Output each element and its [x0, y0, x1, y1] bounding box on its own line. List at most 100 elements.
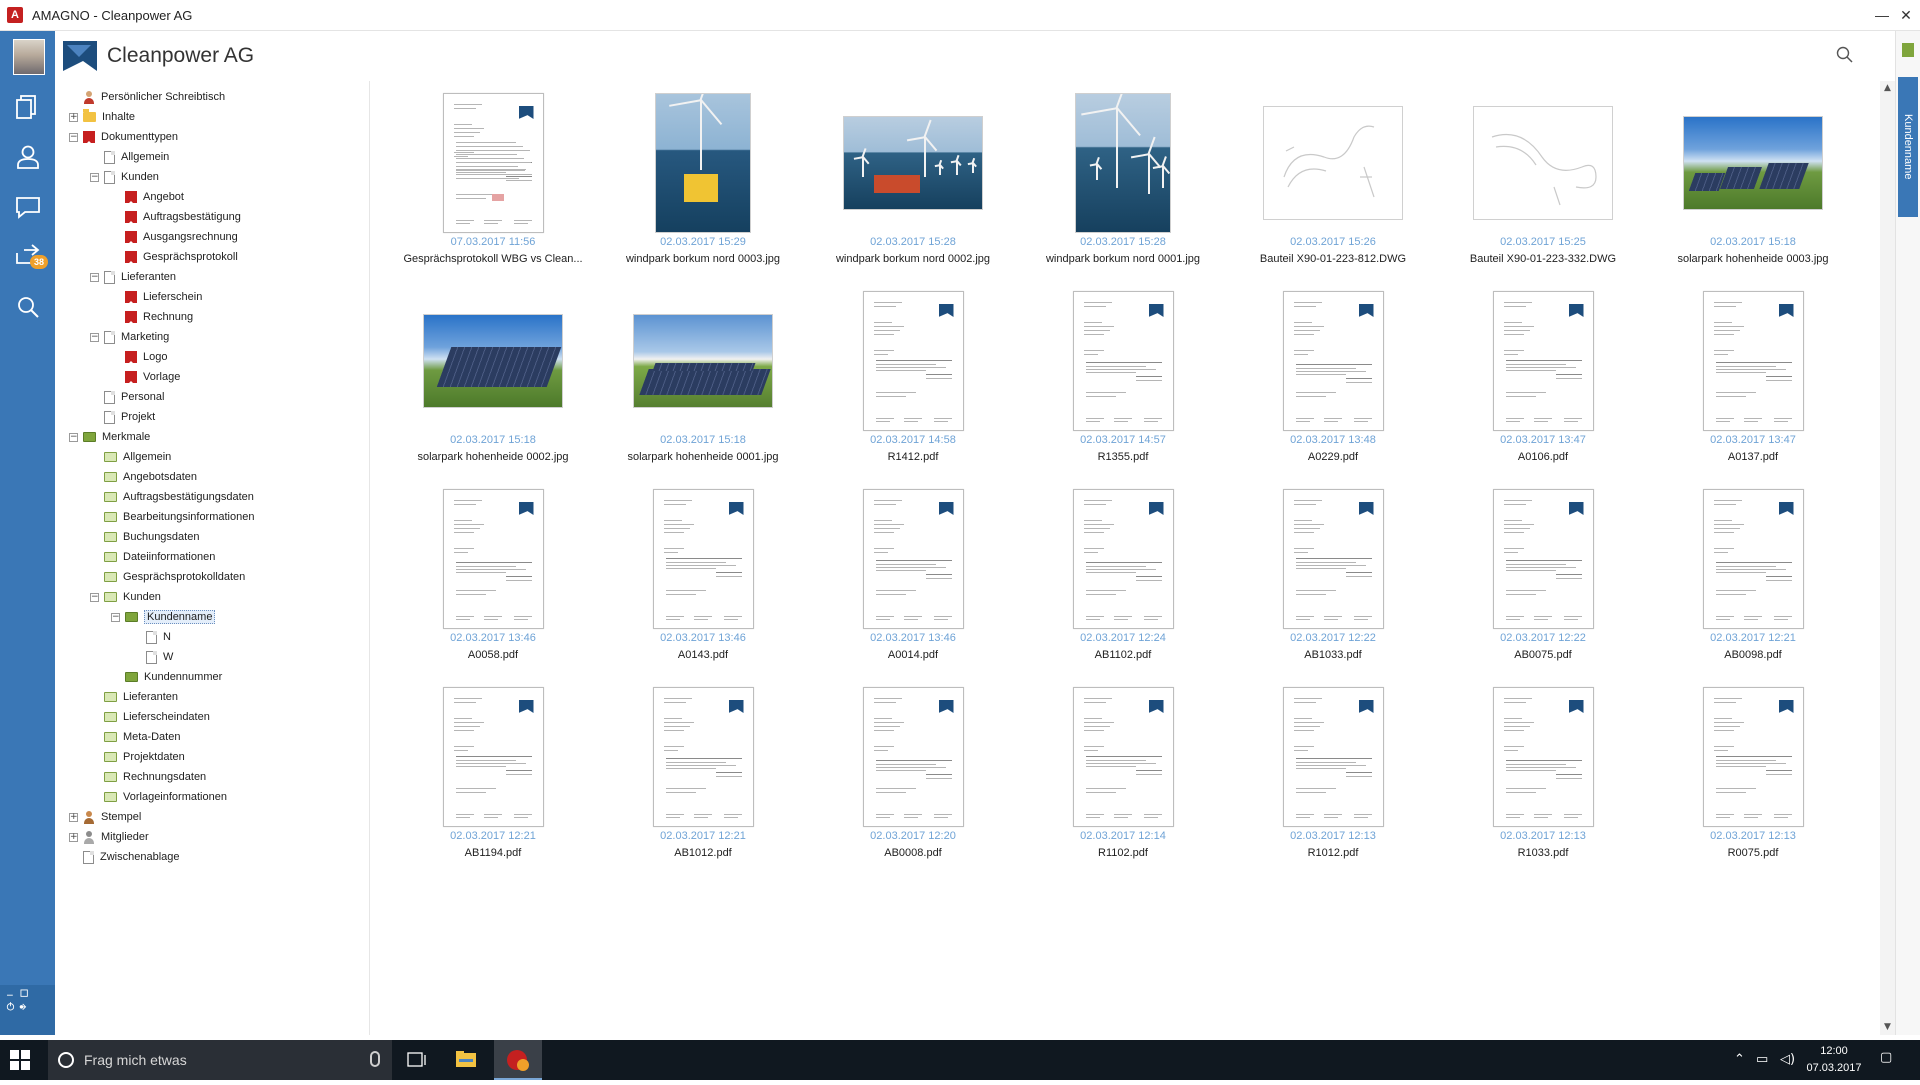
- document-tile[interactable]: 02.03.2017 15:28 windpark borkum nord 000…: [1018, 83, 1228, 281]
- tree-item[interactable]: − Dokumenttypen: [69, 127, 178, 147]
- document-tile[interactable]: 02.03.2017 13:47 A0106.pdf: [1438, 281, 1648, 479]
- collapse-icon[interactable]: −: [111, 612, 120, 622]
- document-tile[interactable]: 02.03.2017 12:20 AB0008.pdf: [808, 677, 1018, 875]
- tree-item[interactable]: Rechnung: [111, 307, 193, 327]
- tree-item[interactable]: Lieferscheindaten: [90, 707, 210, 727]
- tree-item[interactable]: Personal: [90, 387, 164, 407]
- clock[interactable]: 12:00 07.03.2017: [1804, 1043, 1864, 1077]
- task-view-icon[interactable]: [392, 1040, 440, 1080]
- network-icon[interactable]: ▭: [1756, 1052, 1768, 1067]
- tree-item[interactable]: Lieferschein: [111, 287, 202, 307]
- notification-icon[interactable]: ▢: [1880, 1050, 1892, 1065]
- document-tile[interactable]: 02.03.2017 15:29 windpark borkum nord 000…: [598, 83, 808, 281]
- tree-item[interactable]: Gesprächsprotokoll: [111, 247, 238, 267]
- tree-item[interactable]: N: [132, 627, 171, 647]
- document-tile[interactable]: 02.03.2017 15:26 Bauteil X90-01-223-812.D…: [1228, 83, 1438, 281]
- tree-item[interactable]: Allgemein: [90, 447, 171, 467]
- inbox-icon[interactable]: 38: [12, 241, 48, 273]
- document-tile[interactable]: 02.03.2017 12:24 AB1102.pdf: [1018, 479, 1228, 677]
- scroll-down-icon[interactable]: ▼: [1880, 1020, 1895, 1035]
- document-tile[interactable]: 02.03.2017 12:21 AB1012.pdf: [598, 677, 808, 875]
- volume-icon[interactable]: ◁): [1780, 1052, 1795, 1067]
- document-tile[interactable]: 02.03.2017 12:21 AB1194.pdf: [388, 677, 598, 875]
- collapse-icon[interactable]: −: [90, 592, 99, 602]
- collapse-icon[interactable]: −: [90, 272, 99, 282]
- microphone-icon[interactable]: [370, 1051, 380, 1067]
- document-tile[interactable]: 02.03.2017 13:46 A0143.pdf: [598, 479, 808, 677]
- tree-item[interactable]: Allgemein: [90, 147, 169, 167]
- document-tile[interactable]: 02.03.2017 15:28 windpark borkum nord 000…: [808, 83, 1018, 281]
- document-tile[interactable]: 02.03.2017 13:48 A0229.pdf: [1228, 281, 1438, 479]
- tree-item[interactable]: Ausgangsrechnung: [111, 227, 238, 247]
- tree-item[interactable]: − Merkmale: [69, 427, 150, 447]
- document-tile[interactable]: 02.03.2017 15:18 solarpark hohenheide 000…: [1648, 83, 1858, 281]
- chevron-up-icon[interactable]: ⌃: [1734, 1052, 1745, 1067]
- tree-item[interactable]: Projektdaten: [90, 747, 185, 767]
- tree-item[interactable]: Rechnungsdaten: [90, 767, 206, 787]
- tree-item[interactable]: Logo: [111, 347, 167, 367]
- file-explorer-icon[interactable]: [442, 1040, 490, 1080]
- tree-item[interactable]: Persönlicher Schreibtisch: [69, 87, 225, 107]
- vertical-scrollbar[interactable]: ▲ ▼: [1880, 81, 1895, 1035]
- tree-item[interactable]: Kundennummer: [111, 667, 222, 687]
- collapse-icon[interactable]: −: [90, 332, 99, 342]
- document-tile[interactable]: 02.03.2017 12:22 AB1033.pdf: [1228, 479, 1438, 677]
- document-tile[interactable]: 02.03.2017 12:13 R1012.pdf: [1228, 677, 1438, 875]
- user-avatar[interactable]: [13, 39, 45, 75]
- tree-item[interactable]: − Kunden: [90, 587, 161, 607]
- document-tile[interactable]: 02.03.2017 12:13 R1033.pdf: [1438, 677, 1648, 875]
- cortana-search[interactable]: Frag mich etwas: [48, 1040, 392, 1080]
- expand-icon[interactable]: +: [69, 832, 78, 842]
- tree-item[interactable]: Dateiinformationen: [90, 547, 215, 567]
- documents-icon[interactable]: [12, 91, 44, 123]
- tree-item[interactable]: Gesprächsprotokolldaten: [90, 567, 245, 587]
- expand-icon[interactable]: +: [69, 812, 78, 822]
- document-tile[interactable]: 02.03.2017 13:46 A0014.pdf: [808, 479, 1018, 677]
- document-tile[interactable]: 02.03.2017 14:57 R1355.pdf: [1018, 281, 1228, 479]
- tree-item[interactable]: W: [132, 647, 173, 667]
- document-tile[interactable]: 07.03.2017 11:56 Gesprächsprotokoll WBG v…: [388, 83, 598, 281]
- tree-item[interactable]: Vorlage: [111, 367, 180, 387]
- search-icon[interactable]: [1835, 45, 1855, 65]
- collapse-icon[interactable]: −: [69, 132, 78, 142]
- tree-item[interactable]: Lieferanten: [90, 687, 178, 707]
- collapse-icon[interactable]: −: [69, 432, 78, 442]
- document-tile[interactable]: 02.03.2017 12:22 AB0075.pdf: [1438, 479, 1648, 677]
- tree-item[interactable]: + Inhalte: [69, 107, 135, 127]
- collapse-icon[interactable]: −: [90, 172, 99, 182]
- tree-item[interactable]: Angebotsdaten: [90, 467, 197, 487]
- document-tile[interactable]: 02.03.2017 12:21 AB0098.pdf: [1648, 479, 1858, 677]
- document-tile[interactable]: 02.03.2017 15:25 Bauteil X90-01-223-332.D…: [1438, 83, 1648, 281]
- tree-item[interactable]: Meta-Daten: [90, 727, 180, 747]
- side-tab-kundenname[interactable]: Kundenname: [1898, 77, 1918, 217]
- tree-item[interactable]: Projekt: [90, 407, 155, 427]
- tree-item[interactable]: − Kundenname: [111, 607, 216, 627]
- windows-start-icon[interactable]: [10, 1050, 30, 1070]
- document-tile[interactable]: 02.03.2017 13:46 A0058.pdf: [388, 479, 598, 677]
- chat-icon[interactable]: [12, 191, 44, 223]
- user-icon[interactable]: [12, 141, 44, 173]
- tree-item[interactable]: Buchungsdaten: [90, 527, 199, 547]
- tree-item[interactable]: − Lieferanten: [90, 267, 176, 287]
- tree-item[interactable]: Zwischenablage: [69, 847, 180, 867]
- tree-item[interactable]: Angebot: [111, 187, 184, 207]
- close-button[interactable]: ✕: [1892, 0, 1920, 31]
- tree-item[interactable]: Bearbeitungsinformationen: [90, 507, 254, 527]
- document-tile[interactable]: 02.03.2017 12:14 R1102.pdf: [1018, 677, 1228, 875]
- search-icon[interactable]: [12, 291, 44, 323]
- expand-icon[interactable]: +: [69, 112, 78, 122]
- document-tile[interactable]: 02.03.2017 13:47 A0137.pdf: [1648, 281, 1858, 479]
- tree-item[interactable]: + Stempel: [69, 807, 141, 827]
- tree-item[interactable]: − Marketing: [90, 327, 169, 347]
- tree-item[interactable]: Vorlageinformationen: [90, 787, 227, 807]
- document-tile[interactable]: 02.03.2017 15:18 solarpark hohenheide 000…: [598, 281, 808, 479]
- scroll-up-icon[interactable]: ▲: [1880, 81, 1895, 96]
- tree-item[interactable]: Auftragsbestätigung: [111, 207, 241, 227]
- amagno-taskbar-button[interactable]: [494, 1040, 542, 1080]
- document-tile[interactable]: 02.03.2017 15:18 solarpark hohenheide 000…: [388, 281, 598, 479]
- document-tile[interactable]: 02.03.2017 12:13 R0075.pdf: [1648, 677, 1858, 875]
- document-tile[interactable]: 02.03.2017 14:58 R1412.pdf: [808, 281, 1018, 479]
- tree-item[interactable]: Auftragsbestätigungsdaten: [90, 487, 254, 507]
- tree-item[interactable]: + Mitglieder: [69, 827, 149, 847]
- tree-item[interactable]: − Kunden: [90, 167, 159, 187]
